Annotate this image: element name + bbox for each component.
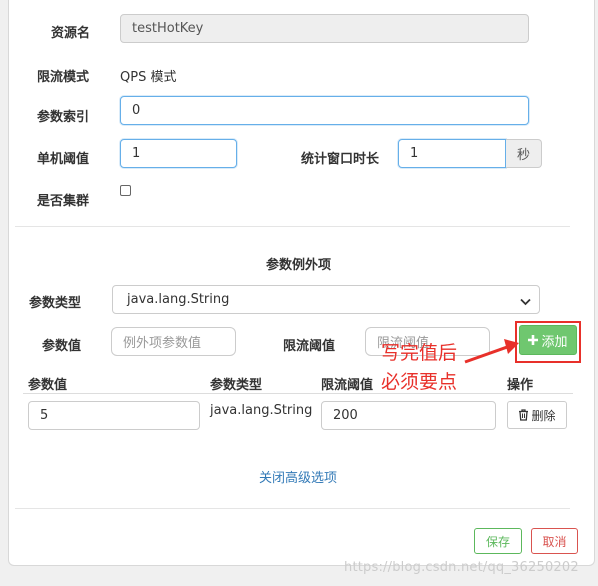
- param-index-label: 参数索引: [37, 110, 90, 125]
- mode-value: QPS 模式: [120, 70, 177, 85]
- col-header-action: 操作: [507, 378, 534, 393]
- limit-label: 限流阈值: [283, 339, 336, 354]
- delete-button[interactable]: 删除: [507, 401, 567, 429]
- annotation-arrow: [464, 339, 519, 364]
- window-label: 统计窗口时长: [301, 152, 380, 167]
- row-type: java.lang.String: [210, 403, 313, 418]
- plus-icon: [528, 335, 539, 345]
- exception-section-title: 参数例外项: [266, 258, 332, 273]
- delete-button-label: 删除: [531, 408, 556, 423]
- annotation-line1: 写完值后: [381, 342, 458, 364]
- param-type-select[interactable]: java.lang.String: [112, 285, 540, 314]
- param-type-selected: java.lang.String: [127, 292, 230, 307]
- close-advanced-link[interactable]: 关闭高级选项: [259, 467, 337, 486]
- threshold-input[interactable]: 1: [120, 139, 237, 168]
- resource-input[interactable]: testHotKey: [120, 14, 529, 43]
- add-button[interactable]: 添加: [519, 325, 577, 355]
- mode-label: 限流模式: [37, 70, 90, 85]
- watermark: https://blog.csdn.net/qq_36250202: [344, 560, 579, 575]
- save-button[interactable]: 保存: [474, 528, 522, 554]
- divider: [15, 226, 570, 227]
- cancel-button[interactable]: 取消: [531, 528, 578, 554]
- resource-label: 资源名: [51, 26, 91, 41]
- table-header-divider: [23, 393, 573, 394]
- col-header-type: 参数类型: [210, 378, 263, 393]
- row-value-input[interactable]: 5: [28, 401, 200, 430]
- param-value-input[interactable]: 例外项参数值: [111, 327, 236, 356]
- row-limit-input[interactable]: 200: [321, 401, 496, 430]
- cluster-label: 是否集群: [37, 194, 90, 209]
- col-header-limit: 限流阈值: [321, 378, 374, 393]
- trash-icon: [518, 409, 529, 421]
- window-input[interactable]: 1: [398, 139, 506, 168]
- col-header-value: 参数值: [28, 378, 68, 393]
- window-unit: 秒: [506, 139, 542, 168]
- param-value-label: 参数值: [42, 339, 82, 354]
- chevron-down-icon: [520, 295, 531, 310]
- threshold-label: 单机阈值: [37, 152, 90, 167]
- cluster-checkbox[interactable]: [120, 185, 131, 196]
- annotation-line2: 必须要点: [381, 371, 458, 393]
- param-type-label: 参数类型: [29, 296, 82, 311]
- footer-divider: [15, 508, 570, 509]
- add-button-label: 添加: [541, 334, 568, 350]
- param-index-input[interactable]: 0: [120, 96, 529, 125]
